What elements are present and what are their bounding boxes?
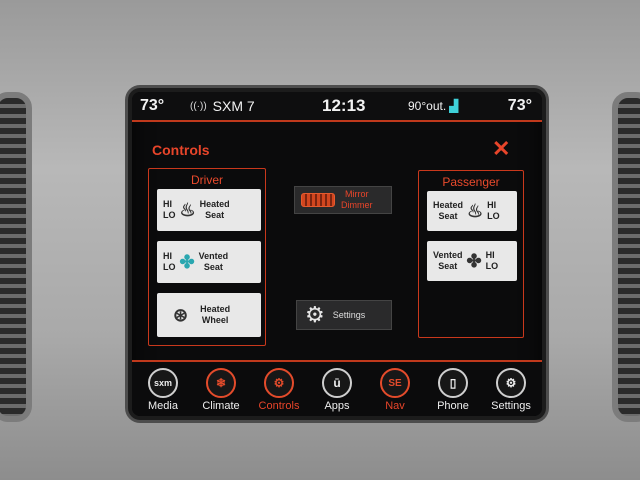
label-line: Heated [199,199,230,209]
nav-settings[interactable]: ⚙ Settings [482,362,540,412]
settings-button[interactable]: ⚙ Settings [296,300,392,330]
driver-heated-seat-label: Heated Seat [200,199,230,221]
compass-icon: SE [380,368,410,398]
heated-wheel-icon: ⊛ [173,304,189,325]
controls-icon: ⚙ [264,368,294,398]
driver-group-title: Driver [191,173,223,187]
label-line: Heated [200,304,231,314]
nav-label: Climate [202,400,240,412]
page-title: Controls [152,142,210,158]
passenger-vented-seat-levels: HI LO [486,250,499,272]
heated-seat-icon: ♨ [179,199,196,220]
settings-label: Settings [332,310,366,320]
passenger-temp[interactable]: 73° [508,97,532,115]
driver-group: Driver HI LO ♨ Heated Seat HI LO ✤ Vente… [148,168,266,346]
label-line: Wheel [201,315,229,325]
infotainment-screen: 73° ((·)) SXM 7 12:13 90°out. ▟ 73° Cont… [128,88,546,420]
mirror-dimmer-label: Mirror Dimmer [341,189,373,211]
nav-label: Phone [437,400,469,412]
nav-label: Controls [258,400,300,412]
vented-seat-icon: ✤ [466,250,482,271]
driver-heated-seat-button[interactable]: HI LO ♨ Heated Seat [157,189,261,231]
seat-status-icon: ▟ [449,99,459,113]
passenger-vented-seat-label: Vented Seat [433,250,463,272]
gear-icon: ⚙ [305,302,325,327]
left-air-vent [0,92,32,422]
radio-station[interactable]: ((·)) SXM 7 [190,98,255,114]
hi-label: HI [163,251,172,261]
hi-label: HI [487,200,497,210]
nav-label: Apps [324,400,350,412]
signal-icon: ((·)) [190,100,207,112]
hi-label: HI [485,250,495,260]
climate-icon: ❄ [206,368,236,398]
driver-heated-seat-levels: HI LO [163,199,176,221]
passenger-vented-seat-button[interactable]: Vented Seat ✤ HI LO [427,241,517,281]
right-air-vent [612,92,640,422]
status-bar: 73° ((·)) SXM 7 12:13 90°out. ▟ 73° [132,92,542,122]
lo-label: LO [163,210,176,220]
lo-label: LO [163,262,176,272]
nav-nav[interactable]: SE Nav [366,362,424,412]
heated-seat-icon: ♨ [467,200,484,221]
lo-label: LO [485,261,499,271]
sxm-icon: sxm [148,368,178,398]
label-line: Seat [203,262,223,272]
lo-label: LO [487,211,500,221]
nav-phone[interactable]: ▯ Phone [424,362,482,412]
radio-station-label: SXM 7 [212,98,255,114]
mirror-dimmer-icon [301,193,335,207]
nav-label: Settings [491,400,531,412]
clock: 12:13 [322,96,366,115]
heated-wheel-label: Heated Wheel [200,304,230,326]
passenger-heated-seat-label: Heated Seat [433,200,463,222]
driver-vented-seat-label: Vented Seat [199,251,229,273]
label-line: Seat [205,210,225,220]
outside-temp: 90°out. ▟ [408,99,458,113]
passenger-group: Passenger Heated Seat ♨ HI LO Vented Sea… [418,170,524,338]
nav-label: Media [148,400,178,412]
heated-wheel-button[interactable]: ⊛ Heated Wheel [157,293,261,337]
close-icon[interactable]: ✕ [492,138,510,160]
nav-climate[interactable]: ❄ Climate [192,362,250,412]
hi-label: HI [163,199,172,209]
nav-label: Nav [385,400,405,412]
nav-apps[interactable]: ū Apps [308,362,366,412]
outside-temp-label: 90°out. [408,99,447,113]
passenger-group-title: Passenger [442,175,500,189]
label-line: Vented [433,250,463,260]
vented-seat-icon: ✤ [179,251,195,272]
label-line: Seat [438,261,458,271]
driver-vented-seat-levels: HI LO [163,251,176,273]
passenger-heated-seat-levels: HI LO [487,200,500,222]
mirror-dimmer-button[interactable]: Mirror Dimmer [294,186,392,214]
passenger-heated-seat-button[interactable]: Heated Seat ♨ HI LO [427,191,517,231]
nav-controls[interactable]: ⚙ Controls [250,362,308,412]
nav-media[interactable]: sxm Media [134,362,192,412]
label-line: Mirror [345,189,369,199]
driver-vented-seat-button[interactable]: HI LO ✤ Vented Seat [157,241,261,283]
label-line: Dimmer [341,200,373,210]
label-line: Heated [433,200,464,210]
label-line: Seat [438,211,458,221]
bottom-nav: sxm Media ❄ Climate ⚙ Controls ū Apps SE… [132,360,542,416]
phone-icon: ▯ [438,368,468,398]
driver-temp[interactable]: 73° [140,97,164,115]
apps-icon: ū [322,368,352,398]
gear-icon: ⚙ [496,368,526,398]
label-line: Vented [198,251,229,261]
